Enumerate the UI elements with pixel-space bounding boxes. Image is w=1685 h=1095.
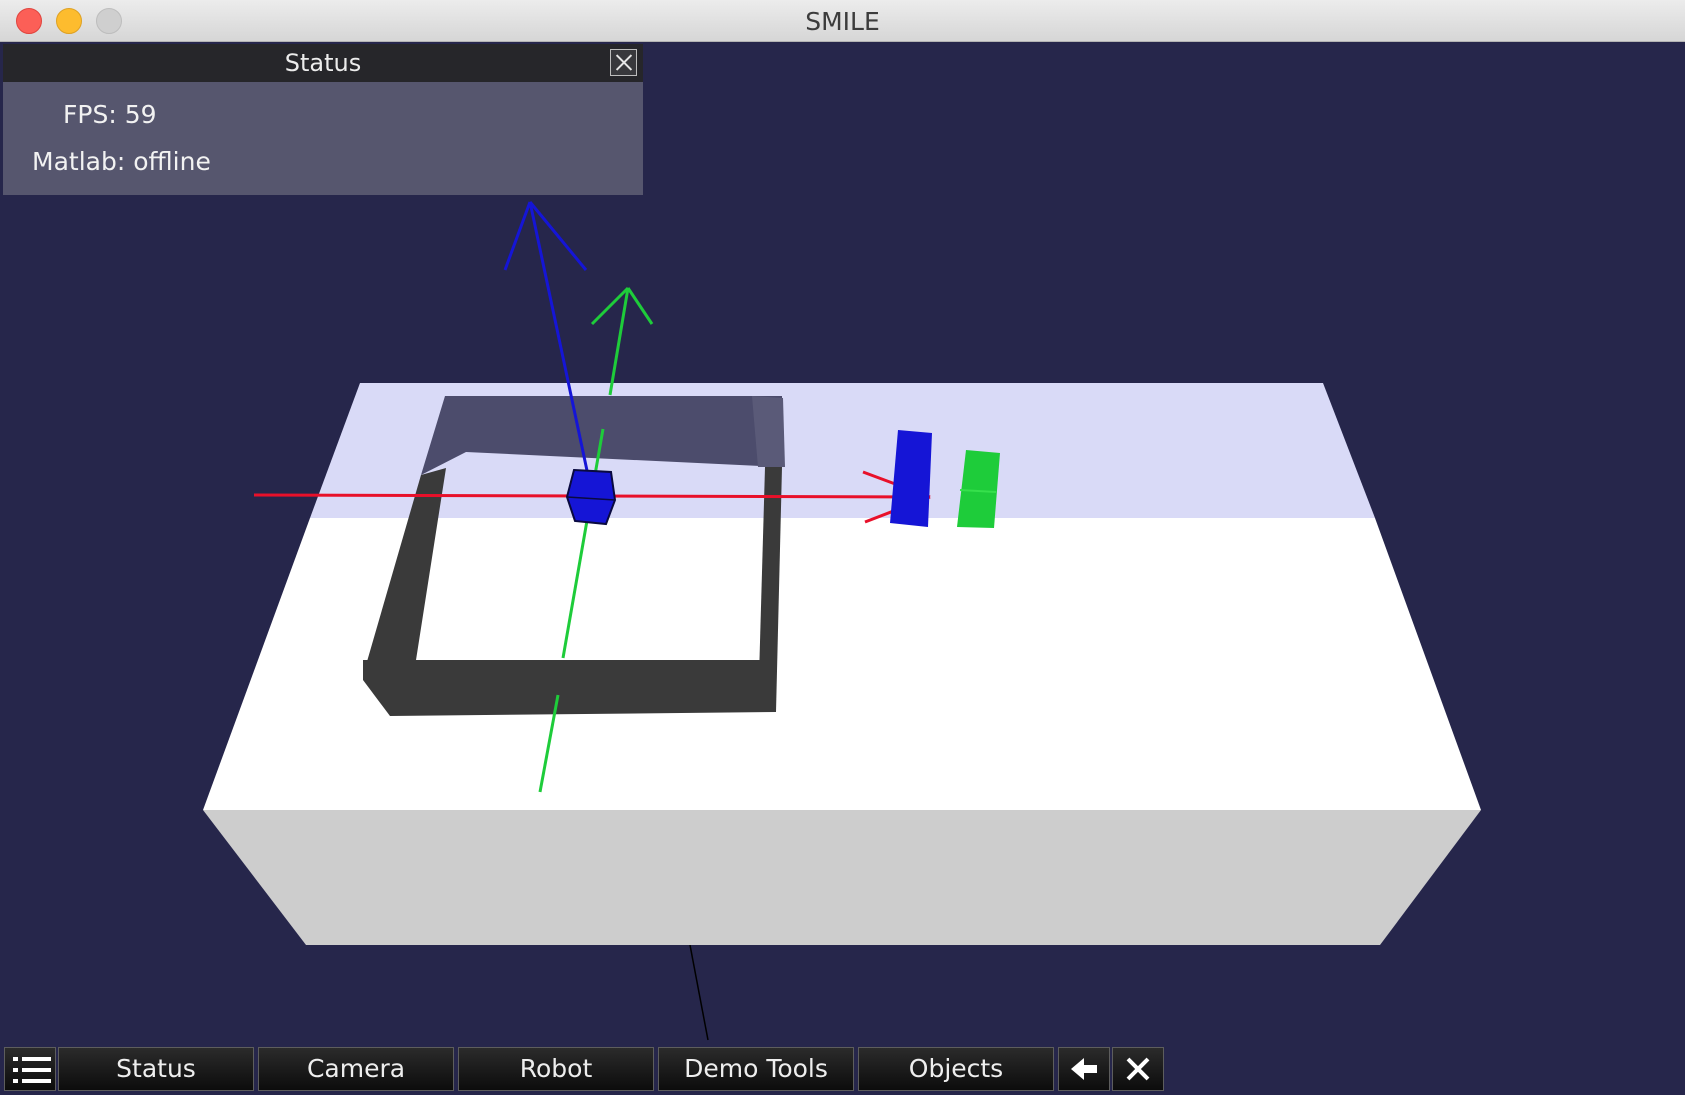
arrow-left-icon [1071,1058,1097,1080]
status-panel-close-icon[interactable] [610,49,637,76]
z-axis-arrow-left [503,201,532,271]
toolbar-status-button[interactable]: Status [58,1047,254,1091]
table-front-face [203,810,1481,945]
status-panel-header[interactable]: Status [3,44,643,82]
toolbar-robot-button[interactable]: Robot [458,1047,654,1091]
fps-value: 59 [124,100,157,129]
fps-label: FPS: [63,100,117,129]
3d-viewport[interactable] [0,42,1685,1095]
status-panel-title: Status [284,49,362,77]
fps-readout: FPS: 59 [63,100,157,129]
toolbar-demo-tools-button[interactable]: Demo Tools [658,1047,854,1091]
matlab-readout: Matlab: offline [32,147,211,176]
tray-front-wall [363,660,776,716]
toolbar-objects-button[interactable]: Objects [858,1047,1054,1091]
3d-scene [203,201,1481,1041]
y-axis-arrow-right [626,287,654,325]
back-button[interactable] [1058,1047,1110,1091]
matlab-value: offline [133,147,211,176]
window-title: SMILE [805,7,880,36]
close-icon [1126,1057,1150,1081]
matlab-label: Matlab: [32,147,126,176]
ground-line [689,944,709,1041]
bottom-toolbar: Status Camera Robot Demo Tools Objects [0,1044,1685,1095]
toolbar-camera-button[interactable]: Camera [258,1047,454,1091]
list-icon [13,1057,51,1083]
menu-button[interactable] [4,1047,56,1091]
toolbar-close-button[interactable] [1112,1047,1164,1091]
status-panel: Status FPS: 59 Matlab: offline [3,44,643,195]
window-titlebar: SMILE [0,0,1685,42]
